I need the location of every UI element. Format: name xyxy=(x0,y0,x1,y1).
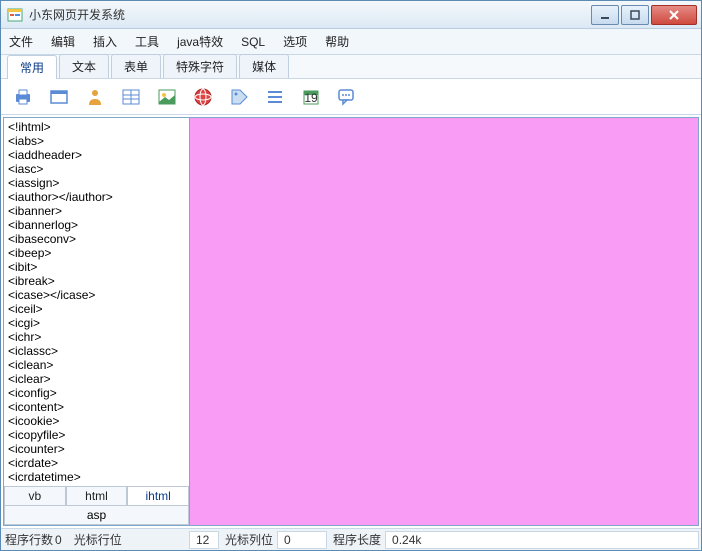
code-item[interactable]: <iclassc> xyxy=(8,344,185,358)
code-item[interactable]: <icrdate> xyxy=(8,456,185,470)
table-icon[interactable] xyxy=(119,85,143,109)
left-pane: <!ihtml><iabs><iaddheader><iasc><iassign… xyxy=(4,118,190,525)
editor-area[interactable] xyxy=(190,118,698,525)
status-col-val: 0 xyxy=(277,531,327,549)
bottom-tab-asp[interactable]: asp xyxy=(4,506,189,525)
menu-file[interactable]: 文件 xyxy=(9,33,33,50)
maximize-button[interactable] xyxy=(621,5,649,25)
status-line-val: 12 xyxy=(189,531,219,549)
code-item[interactable]: <icounter> xyxy=(8,442,185,456)
code-item[interactable]: <ibannerlog> xyxy=(8,218,185,232)
code-item[interactable]: <!ihtml> xyxy=(8,120,185,134)
menu-options[interactable]: 选项 xyxy=(283,33,307,50)
svg-text:19: 19 xyxy=(304,91,318,105)
code-item[interactable]: <icgi> xyxy=(8,316,185,330)
status-lines-label: 程序行数 xyxy=(5,531,53,548)
toolbar: 19 xyxy=(1,79,701,115)
code-item[interactable]: <iauthor></iauthor> xyxy=(8,190,185,204)
image-icon[interactable] xyxy=(155,85,179,109)
code-item[interactable]: <icopyfile> xyxy=(8,428,185,442)
minimize-button[interactable] xyxy=(591,5,619,25)
code-item[interactable]: <icontent> xyxy=(8,400,185,414)
menu-insert[interactable]: 插入 xyxy=(93,33,117,50)
code-item[interactable]: <iabs> xyxy=(8,134,185,148)
tab-common[interactable]: 常用 xyxy=(7,55,57,79)
code-item[interactable]: <ibanner> xyxy=(8,204,185,218)
status-len-label: 程序长度 xyxy=(333,531,381,548)
menu-edit[interactable]: 编辑 xyxy=(51,33,75,50)
code-item[interactable]: <iaddheader> xyxy=(8,148,185,162)
app-icon xyxy=(7,7,23,23)
code-item[interactable]: <iclean> xyxy=(8,358,185,372)
window-title: 小东网页开发系统 xyxy=(29,6,589,23)
window-icon[interactable] xyxy=(47,85,71,109)
code-item[interactable]: <iceil> xyxy=(8,302,185,316)
code-item[interactable]: <icase></icase> xyxy=(8,288,185,302)
close-button[interactable] xyxy=(651,5,697,25)
tab-media[interactable]: 媒体 xyxy=(239,54,289,78)
menubar: 文件 编辑 插入 工具 java特效 SQL 选项 帮助 xyxy=(1,29,701,55)
statusbar: 程序行数 0 光标行位 12 光标列位 0 程序长度 0.24k xyxy=(1,528,701,550)
code-item[interactable]: <ibreak> xyxy=(8,274,185,288)
bottom-tab-html[interactable]: html xyxy=(66,487,128,506)
code-item[interactable]: <ibit> xyxy=(8,260,185,274)
code-item[interactable]: <icrdatetime> xyxy=(8,470,185,484)
tab-special[interactable]: 特殊字符 xyxy=(163,54,237,78)
code-item[interactable]: <ibeep> xyxy=(8,246,185,260)
menu-sql[interactable]: SQL xyxy=(241,35,265,49)
calendar-icon[interactable]: 19 xyxy=(299,85,323,109)
tab-text[interactable]: 文本 xyxy=(59,54,109,78)
code-item[interactable]: <iconfig> xyxy=(8,386,185,400)
code-item[interactable]: <ibaseconv> xyxy=(8,232,185,246)
chat-icon[interactable] xyxy=(335,85,359,109)
code-item[interactable]: <iclear> xyxy=(8,372,185,386)
tab-form[interactable]: 表单 xyxy=(111,54,161,78)
status-lines-val: 0 xyxy=(55,533,62,547)
titlebar: 小东网页开发系统 xyxy=(1,1,701,29)
code-item[interactable]: <icookie> xyxy=(8,414,185,428)
printer-icon[interactable] xyxy=(11,85,35,109)
tag-icon[interactable] xyxy=(227,85,251,109)
menu-help[interactable]: 帮助 xyxy=(325,33,349,50)
bottom-tab-vb[interactable]: vb xyxy=(4,487,66,506)
code-item[interactable]: <iassign> xyxy=(8,176,185,190)
code-item[interactable]: <ichr> xyxy=(8,330,185,344)
menu-tools[interactable]: 工具 xyxy=(135,33,159,50)
lines-icon[interactable] xyxy=(263,85,287,109)
menu-javafx[interactable]: java特效 xyxy=(177,33,223,50)
toolbar-tabs: 常用 文本 表单 特殊字符 媒体 xyxy=(1,55,701,79)
code-list[interactable]: <!ihtml><iabs><iaddheader><iasc><iassign… xyxy=(4,118,189,486)
person-icon[interactable] xyxy=(83,85,107,109)
status-col-label: 光标列位 xyxy=(225,531,273,548)
status-len-val: 0.24k xyxy=(385,531,699,549)
status-row-label: 光标行位 xyxy=(74,531,122,548)
bottom-tab-ihtml[interactable]: ihtml xyxy=(127,487,189,506)
globe-icon[interactable] xyxy=(191,85,215,109)
code-item[interactable]: <iasc> xyxy=(8,162,185,176)
